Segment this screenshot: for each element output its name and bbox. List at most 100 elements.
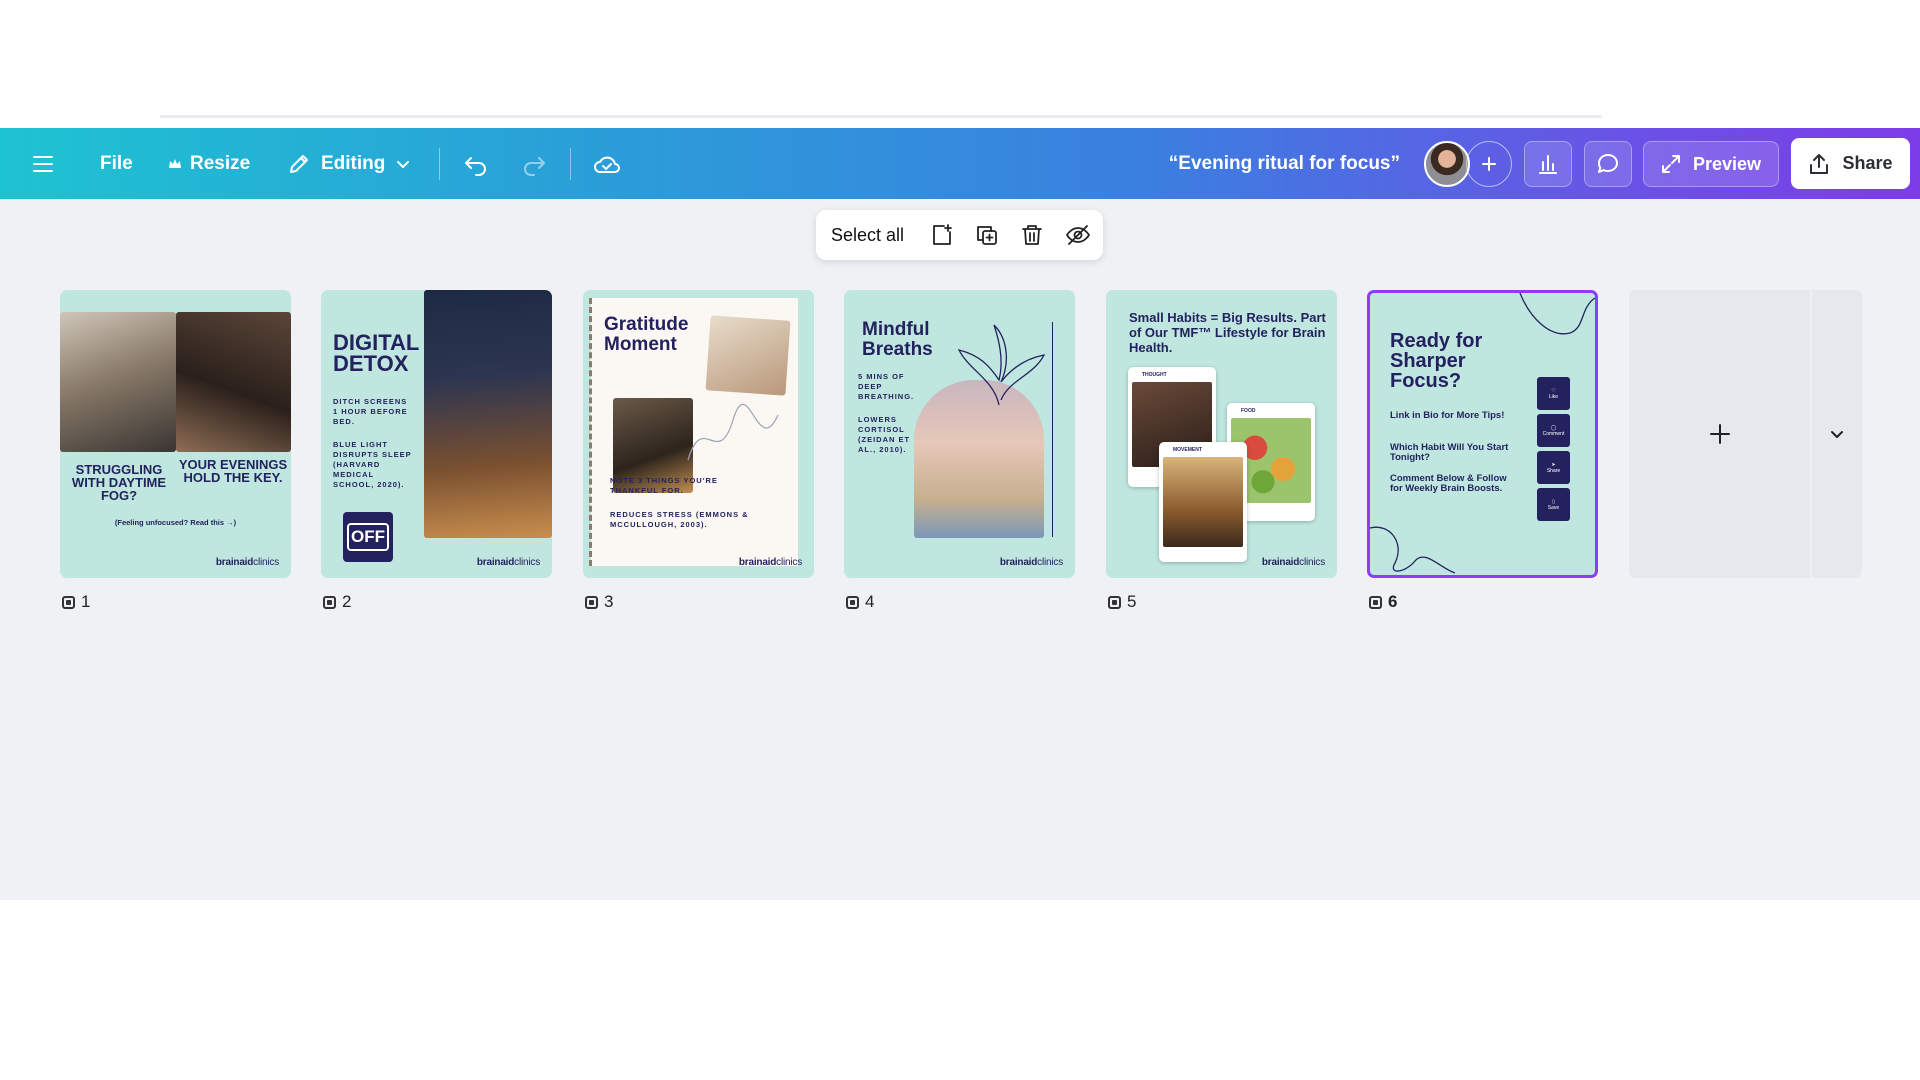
photo-woman-stressed <box>60 312 176 452</box>
brand-logo: brainaidclinics <box>999 557 1063 568</box>
notebook-rings <box>589 298 596 566</box>
share-button[interactable]: Share <box>1791 138 1910 189</box>
file-button[interactable]: File <box>100 128 133 199</box>
photo-clock-books <box>176 312 291 452</box>
resize-label: Resize <box>190 152 251 174</box>
page-thumbnail-5[interactable]: Small Habits = Big Results. Part of Our … <box>1106 290 1337 578</box>
note-icon <box>846 595 859 609</box>
card-movement: MOVEMENT <box>1159 442 1247 562</box>
editing-label: Editing <box>321 152 386 174</box>
photo-night-bedroom <box>424 290 552 538</box>
page-thumbnail-1[interactable]: STRUGGLING WITH DAYTIME FOG? YOUR EVENIN… <box>60 290 291 578</box>
undo-icon <box>465 156 486 176</box>
page6-line3: Comment Below & Follow for Weekly Brain … <box>1390 473 1507 494</box>
page4-tip2: LOWERS CORTISOL (ZEIDAN ET AL., 2010). <box>858 415 911 454</box>
chevron-down-icon <box>1831 431 1843 438</box>
page-thumbnail-6[interactable]: Ready for Sharper Focus? Link in Bio for… <box>1367 290 1598 578</box>
collapse-pages-button[interactable] <box>1812 290 1862 578</box>
trash-icon[interactable] <box>1020 223 1044 247</box>
pencil-icon <box>290 154 308 173</box>
page3-tip1: NOTE 3 THINGS YOU'RE THANKFUL FOR. <box>610 476 718 495</box>
invite-button[interactable] <box>1466 141 1512 187</box>
divider <box>1052 322 1053 537</box>
page5-title: Small Habits = Big Results. Part of Our … <box>1129 310 1326 355</box>
comment-icon: ◯ Comment <box>1537 414 1570 447</box>
swirl-decoration <box>1519 293 1595 335</box>
redo-button[interactable] <box>521 128 547 199</box>
swirl-decoration <box>1370 526 1456 574</box>
hamburger-icon <box>33 155 53 172</box>
page-number-3: 3 <box>585 592 613 612</box>
save-icon: ▯ Save <box>1537 488 1570 521</box>
select-all-button[interactable]: Select all <box>831 225 904 246</box>
page-thumbnail-4[interactable]: Mindful Breaths 5 MINS OF DEEP BREATHING… <box>844 290 1075 578</box>
page-number-5: 5 <box>1108 592 1136 612</box>
cloud-check-icon <box>594 156 620 173</box>
page1-heading-right: YOUR EVENINGS HOLD THE KEY. <box>178 457 288 485</box>
menu-button[interactable] <box>32 128 54 199</box>
share-label: Share <box>1842 153 1893 173</box>
top-area <box>0 0 1920 128</box>
page-number-4: 4 <box>846 592 874 612</box>
page-number-1: 1 <box>62 592 90 612</box>
add-page-icon[interactable] <box>930 223 954 247</box>
brand-logo: brainaidclinics <box>476 557 540 568</box>
editing-mode-button[interactable]: Editing <box>287 128 411 199</box>
page1-subtext: (Feeling unfocused? Read this →) <box>114 518 237 527</box>
bottom-area <box>0 900 1920 1080</box>
divider <box>439 148 440 180</box>
page3-title: Gratitude Moment <box>604 314 689 355</box>
page-thumbnail-3[interactable]: Gratitude Moment NOTE 3 THINGS YOU'RE TH… <box>583 290 814 578</box>
add-page-button[interactable] <box>1629 290 1810 578</box>
page3-tip2: REDUCES STRESS (EMMONS & MCCULLOUGH, 200… <box>610 510 749 529</box>
note-icon <box>1369 595 1382 609</box>
brand-logo: brainaidclinics <box>215 557 279 568</box>
divider <box>160 115 1602 118</box>
page4-title: Mindful Breaths <box>862 319 933 360</box>
share-icon <box>1810 153 1829 174</box>
redo-icon <box>524 156 545 176</box>
bar-chart-icon <box>1539 155 1557 174</box>
comment-icon <box>1597 154 1618 173</box>
editor-toolbar: File Resize Editing “Evening ritual for … <box>0 128 1920 199</box>
page-number-6: 6 <box>1369 592 1397 612</box>
lily-outline-decoration <box>957 324 1046 406</box>
crown-icon <box>169 158 181 168</box>
plus-icon <box>1482 157 1496 171</box>
page4-tip1: 5 MINS OF DEEP BREATHING. <box>858 372 915 401</box>
divider <box>570 148 571 180</box>
insights-button[interactable] <box>1524 141 1572 187</box>
plus-icon <box>1709 424 1730 444</box>
page2-title: DIGITAL DETOX <box>333 330 419 376</box>
page-thumbnail-2[interactable]: DIGITAL DETOX DITCH SCREENS 1 HOUR BEFOR… <box>321 290 552 578</box>
resize-button[interactable]: Resize <box>168 128 250 199</box>
document-title[interactable]: “Evening ritual for focus” <box>1130 128 1400 199</box>
undo-button[interactable] <box>463 128 489 199</box>
page2-tip2: BLUE LIGHT DISRUPTS SLEEP (HARVARD MEDIC… <box>333 440 412 489</box>
file-label: File <box>100 152 133 174</box>
brand-logo: brainaidclinics <box>1261 557 1325 568</box>
note-icon <box>323 595 336 609</box>
off-badge: OFF <box>343 512 393 562</box>
note-icon <box>62 595 75 609</box>
page6-line2: Which Habit Will You Start Tonight? <box>1390 442 1509 463</box>
page2-tip1: DITCH SCREENS 1 HOUR BEFORE BED. <box>333 397 408 426</box>
comments-button[interactable] <box>1584 141 1632 187</box>
note-icon <box>1108 595 1121 609</box>
preview-button[interactable]: Preview <box>1643 141 1779 187</box>
avatar[interactable] <box>1424 141 1470 187</box>
page1-heading-left: STRUGGLING WITH DAYTIME FOG? <box>71 462 167 503</box>
chevron-down-icon <box>397 160 410 168</box>
scribble-decoration <box>687 403 779 461</box>
page-number-2: 2 <box>323 592 351 612</box>
hide-icon[interactable] <box>1065 223 1091 247</box>
note-icon <box>585 595 598 609</box>
expand-icon <box>1661 155 1680 173</box>
share-icon: ➤ Share <box>1537 451 1570 484</box>
save-status-button[interactable] <box>593 128 621 199</box>
page6-title: Ready for Sharper Focus? <box>1390 330 1483 392</box>
duplicate-icon[interactable] <box>975 223 999 247</box>
photo-writing-hand <box>705 315 791 396</box>
like-icon: ♡ Like <box>1537 377 1570 410</box>
page6-line1: Link in Bio for More Tips! <box>1390 410 1505 421</box>
